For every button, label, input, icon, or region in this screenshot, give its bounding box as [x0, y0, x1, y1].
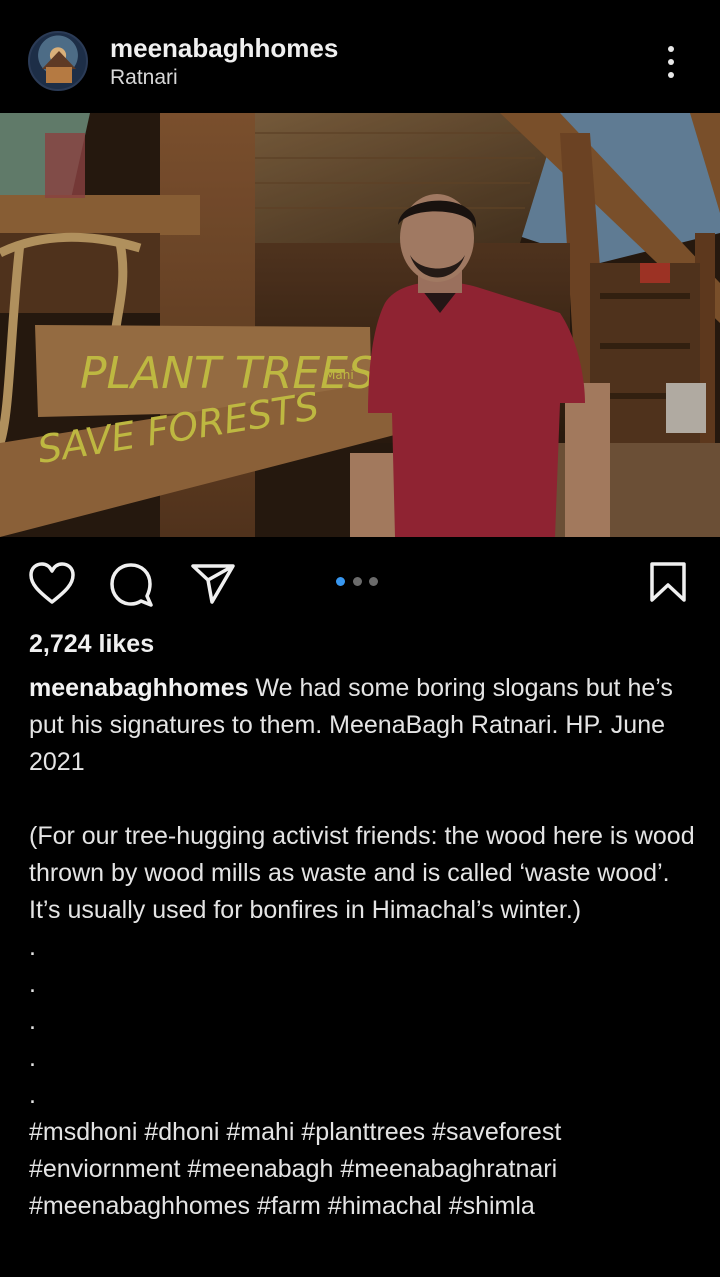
- profile-avatar[interactable]: [28, 31, 88, 91]
- heart-icon[interactable]: [28, 562, 76, 606]
- caption-dot: .: [29, 1007, 36, 1035]
- carousel-dot-active: [336, 577, 345, 586]
- caption-hashtags[interactable]: #msdhoni #dhoni #mahi #planttrees #savef…: [29, 1114, 699, 1225]
- caption-username[interactable]: meenabaghhomes: [29, 674, 249, 702]
- caption-dot: .: [29, 933, 36, 961]
- caption-paragraph-2: (For our tree-hugging activist friends: …: [29, 822, 695, 924]
- post-location[interactable]: Ratnari: [110, 66, 178, 90]
- bookmark-icon[interactable]: [648, 561, 688, 603]
- carousel-indicator: [336, 577, 386, 587]
- carousel-dot: [369, 577, 378, 586]
- post-actions-bar: [0, 537, 720, 627]
- caption-dot: .: [29, 1081, 36, 1109]
- likes-count[interactable]: 2,724 likes: [29, 630, 154, 659]
- post-header: meenabaghhomes Ratnari: [0, 0, 720, 113]
- caption-dot: .: [29, 970, 36, 998]
- carousel-dot: [353, 577, 362, 586]
- post-photo[interactable]: PLANT TREES SAVE FORESTS Mahi: [0, 113, 720, 537]
- more-options-icon[interactable]: [662, 42, 682, 82]
- caption-dot: .: [29, 1044, 36, 1072]
- post-username[interactable]: meenabaghhomes: [110, 33, 338, 64]
- post-image: PLANT TREES SAVE FORESTS Mahi: [0, 113, 720, 537]
- comment-icon[interactable]: [109, 562, 155, 608]
- post-caption: meenabaghhomes We had some boring slogan…: [29, 670, 699, 1225]
- send-icon[interactable]: [190, 563, 236, 605]
